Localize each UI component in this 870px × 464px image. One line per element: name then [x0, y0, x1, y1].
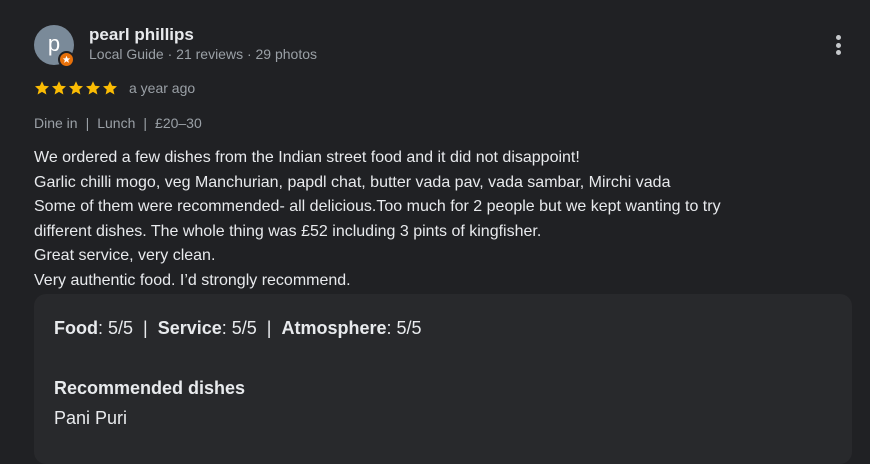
rating-separator: | [266, 318, 272, 338]
review-line: Great service, very clean. [34, 247, 216, 264]
star-icon [69, 81, 83, 95]
more-options-icon[interactable] [826, 33, 850, 57]
badge-star-icon [62, 55, 71, 63]
service-rating: : 5/5 [221, 318, 257, 338]
more-dot [835, 42, 841, 48]
avatar-initial: p [47, 31, 61, 56]
attribute-separator: | [85, 115, 90, 131]
star-icon [86, 81, 100, 95]
review-time: a year ago [129, 80, 196, 96]
review-text: We ordered a few dishes from the Indian … [34, 146, 834, 293]
local-guide-badge-icon [58, 51, 75, 68]
food-label: Food [54, 318, 98, 338]
food-rating: : 5/5 [97, 318, 134, 338]
more-dot [835, 35, 841, 40]
review-line: different dishes. The whole thing was £5… [34, 222, 542, 240]
attribute-meal: Lunch [97, 115, 136, 131]
author-name[interactable]: pearl phillips [89, 25, 194, 45]
star-icon [52, 81, 66, 95]
review-line: We ordered a few dishes from the Indian … [34, 149, 580, 166]
recommended-dish: Pani Puri [54, 408, 128, 428]
more-dot [835, 50, 841, 55]
rating-separator: | [143, 318, 148, 338]
visit-attributes: Dine in | Lunch | £20–30 [34, 115, 202, 131]
attribute-dine-in: Dine in [34, 115, 78, 131]
review-line: Garlic chilli mogo, veg Manchurian, papd… [34, 173, 671, 191]
star-icon [103, 81, 117, 95]
star-rating [34, 80, 118, 98]
sub-ratings: Food: 5/5 | Service: 5/5 | Atmosphere: 5/5 [54, 318, 422, 339]
author-meta[interactable]: Local Guide · 21 reviews · 29 photos [89, 46, 317, 62]
review-line: Very authentic food. I’d strongly recomm… [34, 271, 351, 289]
atmosphere-rating: : 5/5 [386, 318, 422, 338]
review-details-card: Food: 5/5 | Service: 5/5 | Atmosphere: 5/5 R… [34, 294, 852, 464]
atmosphere-label: Atmosphere [281, 318, 387, 338]
recommended-dishes-heading: Recommended dishes [54, 378, 246, 398]
service-label: Service [157, 318, 222, 338]
star-icon [35, 81, 49, 95]
attribute-price: £20–30 [155, 115, 202, 131]
review-line: Some of them were recommended- all delic… [34, 198, 721, 215]
attribute-separator: | [143, 115, 148, 131]
